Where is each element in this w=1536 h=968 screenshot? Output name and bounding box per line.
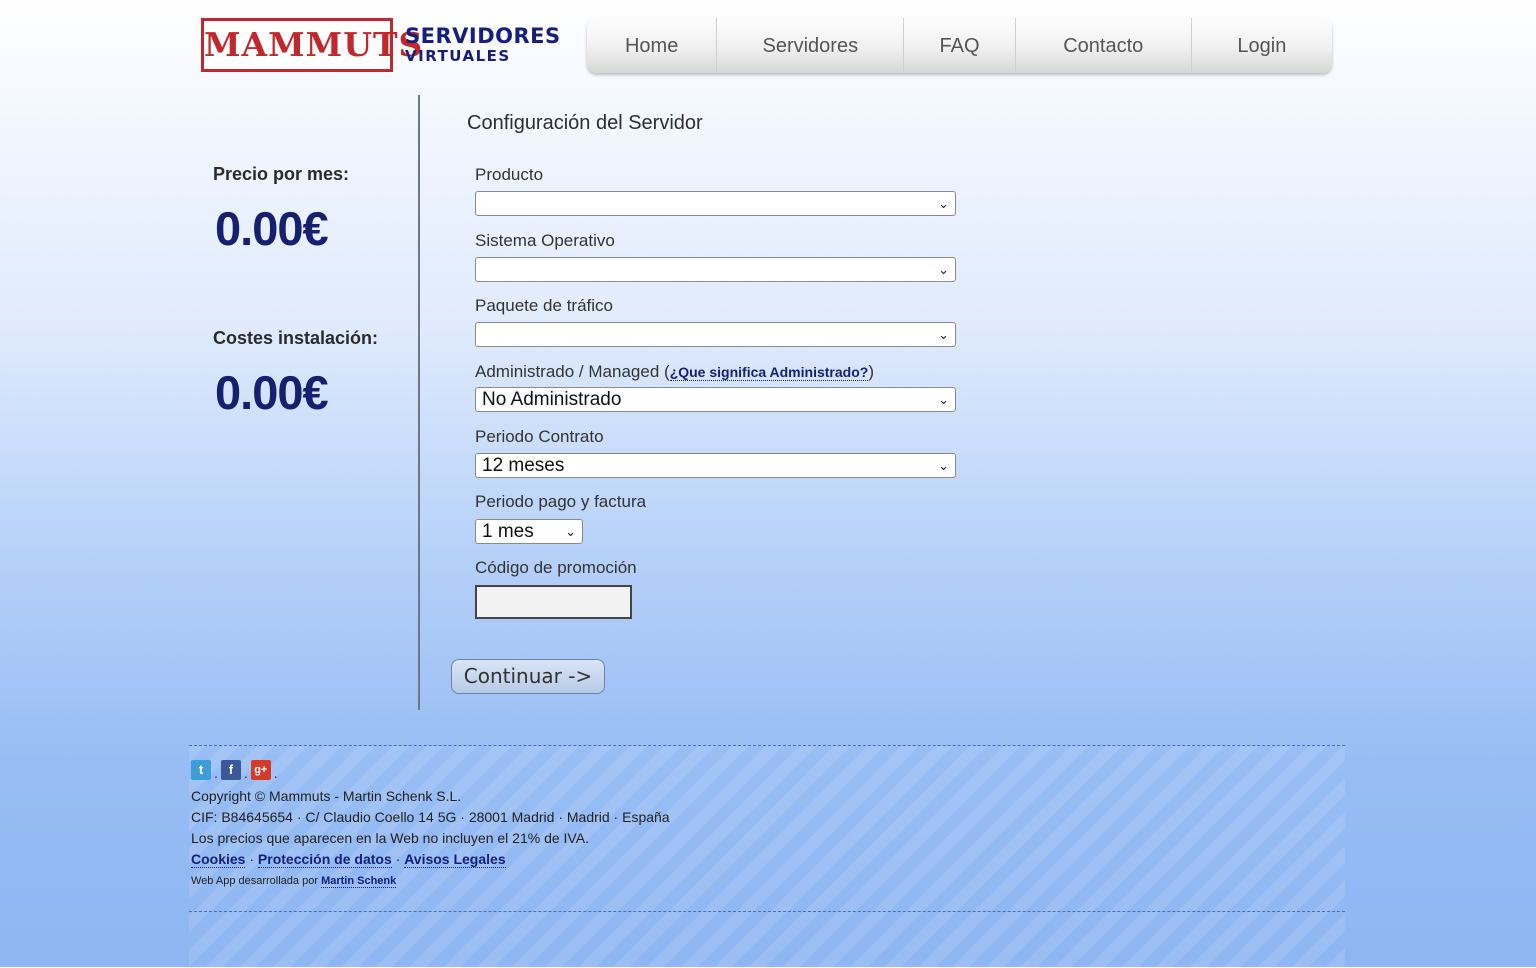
contract-select[interactable]: 12 meses ⌄ (475, 453, 956, 478)
main-nav: Home Servidores FAQ Contacto Login (587, 18, 1332, 73)
vertical-divider (418, 95, 420, 710)
managed-info-link[interactable]: ¿Que significa Administrado? (669, 364, 869, 381)
product-label: Producto (475, 165, 544, 184)
paren-open: ( (664, 362, 670, 381)
cookies-link[interactable]: Cookies (191, 851, 246, 868)
chevron-down-icon: ⌄ (938, 262, 949, 277)
separator-dot: · (249, 851, 258, 867)
company-address: CIF: B84645654 · C/ Claudio Coello 14 5G… (191, 809, 670, 825)
continue-button[interactable]: Continuar -> (451, 659, 605, 694)
promo-label: Código de promoción (475, 558, 637, 577)
separator-dot: . (243, 765, 248, 781)
billing-select-value: 1 mes (482, 521, 534, 542)
separator-dot: . (214, 765, 218, 781)
paren-close: ) (868, 362, 874, 381)
nav-home[interactable]: Home (587, 18, 718, 73)
google-plus-icon[interactable]: g+ (250, 760, 271, 780)
logo-line-2: VIRTUALES (405, 47, 511, 65)
social-links: t . f . g+ . (191, 760, 281, 780)
copyright-text: Copyright © Mammuts - Martin Schenk S.L. (191, 788, 462, 804)
logo-stamp: MAMMUTS (201, 18, 422, 72)
developer-link[interactable]: Martin Schenk (321, 875, 397, 888)
nav-contacto[interactable]: Contacto (1016, 18, 1192, 73)
managed-label-row: Administrado / Managed (¿Que significa A… (475, 362, 874, 382)
traffic-select[interactable]: ⌄ (475, 322, 956, 347)
credit-prefix: Web App desarrollada por (191, 875, 318, 887)
twitter-icon[interactable]: t (191, 760, 211, 780)
setup-cost-label: Costes instalación: (213, 328, 379, 348)
facebook-icon[interactable]: f (220, 760, 241, 780)
contract-label: Periodo Contrato (475, 427, 604, 446)
site-logo[interactable]: MAMMUTS SERVIDORES VIRTUALES (201, 18, 561, 72)
os-label: Sistema Operativo (475, 231, 615, 250)
separator-dot: . (273, 765, 278, 781)
config-title: Configuración del Servidor (467, 112, 703, 134)
monthly-price-value: 0.00€ (215, 202, 329, 255)
chevron-down-icon: ⌄ (938, 458, 949, 473)
setup-cost-value: 0.00€ (215, 366, 329, 419)
vat-note: Los precios que aparecen en la Web no in… (191, 830, 589, 846)
separator-dot: · (395, 851, 405, 867)
promo-code-input[interactable] (475, 585, 632, 619)
os-select[interactable]: ⌄ (475, 257, 956, 282)
legal-notices-link[interactable]: Avisos Legales (404, 851, 506, 868)
traffic-label: Paquete de tráfico (475, 296, 613, 315)
billing-select[interactable]: 1 mes ⌄ (475, 519, 583, 544)
nav-servidores[interactable]: Servidores (717, 18, 905, 73)
managed-select-value: No Administrado (482, 389, 622, 410)
nav-login[interactable]: Login (1192, 18, 1332, 73)
chevron-down-icon: ⌄ (938, 196, 949, 211)
contract-select-value: 12 meses (482, 455, 565, 476)
credit-line: Web App desarrollada por Martin Schenk (191, 875, 397, 888)
managed-label: Administrado / Managed (475, 362, 660, 381)
managed-select[interactable]: No Administrado ⌄ (475, 387, 956, 412)
product-select[interactable]: ⌄ (475, 191, 956, 216)
footer: t . f . g+ . Copyright © Mammuts - Marti… (189, 745, 1345, 968)
chevron-down-icon: ⌄ (938, 392, 949, 407)
legal-links: Cookies · Protección de datos · Avisos L… (191, 851, 506, 868)
billing-label: Periodo pago y factura (475, 492, 647, 511)
chevron-down-icon: ⌄ (565, 524, 576, 539)
data-protection-link[interactable]: Protección de datos (257, 851, 392, 868)
logo-text: SERVIDORES VIRTUALES (405, 26, 561, 64)
monthly-price-label: Precio por mes: (213, 164, 350, 184)
footer-divider (189, 911, 1345, 912)
chevron-down-icon: ⌄ (938, 327, 949, 342)
nav-faq[interactable]: FAQ (904, 18, 1016, 73)
logo-line-1: SERVIDORES (405, 24, 561, 48)
